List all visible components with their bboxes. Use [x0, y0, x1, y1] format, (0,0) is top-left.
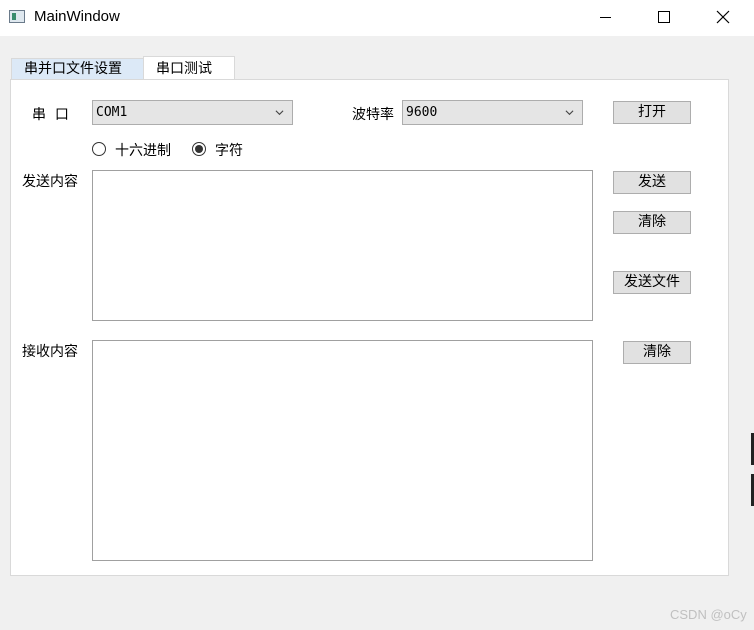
- maximize-button[interactable]: [641, 0, 687, 34]
- send-file-button[interactable]: 发送文件: [613, 271, 691, 294]
- send-button[interactable]: 发送: [613, 171, 691, 194]
- tab-serial-test[interactable]: 串口测试: [143, 56, 235, 80]
- app-window-icon: [9, 10, 25, 23]
- chevron-down-icon: [565, 110, 574, 116]
- port-select[interactable]: COM1: [92, 100, 293, 125]
- close-button[interactable]: [700, 0, 746, 34]
- port-select-value: COM1: [96, 105, 128, 120]
- clear-receive-button[interactable]: 清除: [623, 341, 691, 364]
- baud-select[interactable]: 9600: [402, 100, 583, 125]
- open-button[interactable]: 打开: [613, 101, 691, 124]
- minimize-icon: [599, 16, 611, 18]
- chevron-down-icon: [275, 110, 284, 116]
- minimize-button[interactable]: [582, 0, 628, 34]
- send-content-label: 发送内容: [22, 174, 78, 190]
- char-radio[interactable]: [192, 142, 206, 156]
- tab-serial-parallel-file-settings[interactable]: 串并口文件设置: [11, 58, 144, 79]
- title-bar: MainWindow: [0, 0, 754, 36]
- hex-radio-label: 十六进制: [115, 143, 171, 159]
- baud-select-value: 9600: [406, 105, 438, 120]
- send-textarea[interactable]: [92, 170, 593, 321]
- receive-textarea[interactable]: [92, 340, 593, 561]
- close-icon: [716, 10, 730, 24]
- hex-radio[interactable]: [92, 142, 106, 156]
- window-title: MainWindow: [34, 8, 120, 25]
- receive-content-label: 接收内容: [22, 344, 78, 360]
- port-label: 串 口: [32, 107, 69, 123]
- char-radio-label: 字符: [215, 143, 243, 159]
- clear-send-button[interactable]: 清除: [613, 211, 691, 234]
- maximize-icon: [658, 11, 670, 23]
- baud-label: 波特率: [352, 107, 394, 123]
- watermark: CSDN @oCy: [670, 607, 747, 622]
